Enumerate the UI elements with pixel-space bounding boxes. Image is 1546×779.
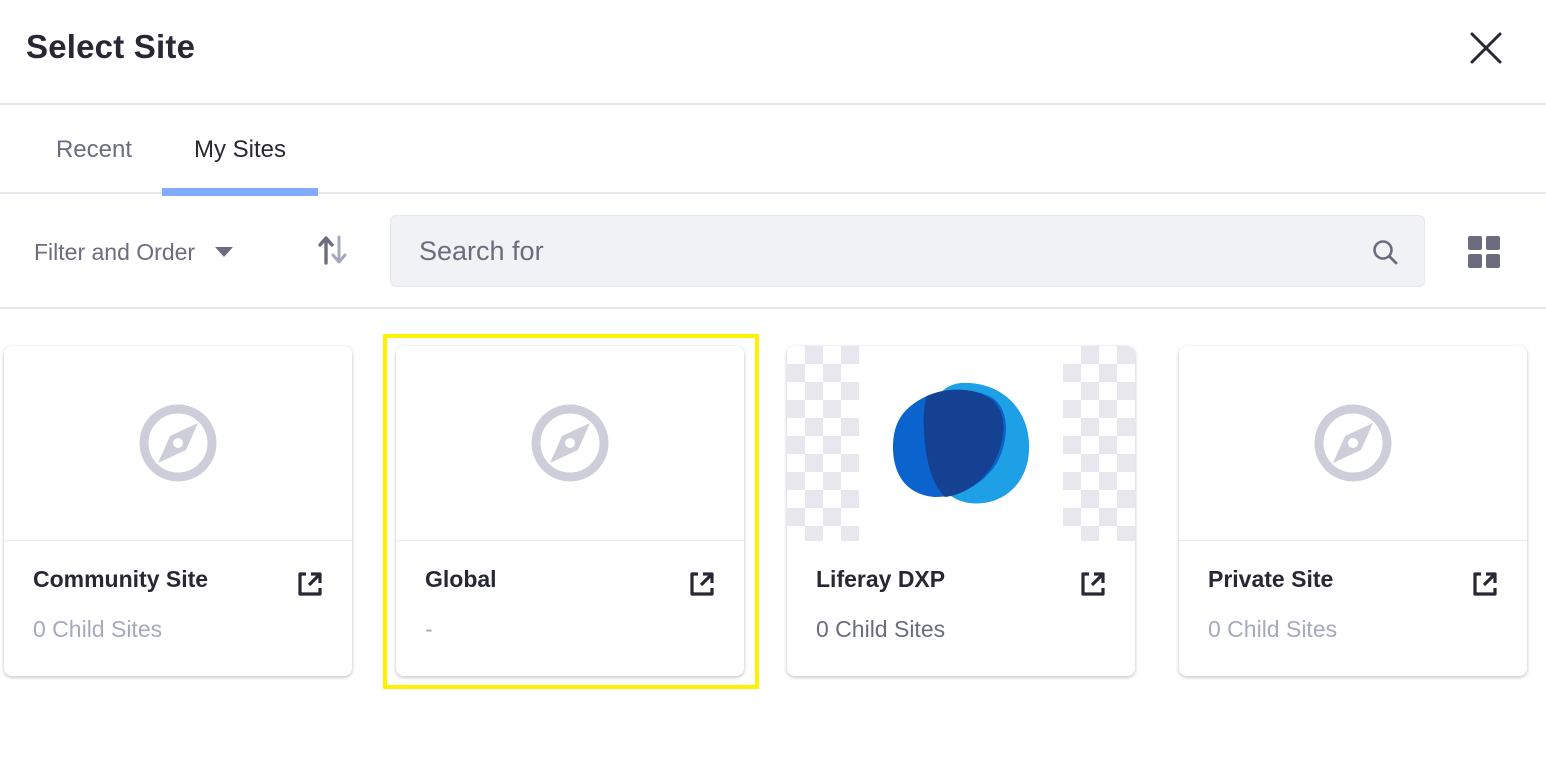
external-link-icon[interactable]	[296, 570, 324, 598]
dialog-title: Select Site	[26, 28, 196, 65]
site-name: Liferay DXP	[816, 566, 946, 592]
transparency-pattern	[787, 346, 859, 541]
liferay-logo	[859, 346, 1063, 541]
dialog-header: Select Site	[0, 0, 1546, 105]
cards-grid-icon[interactable]	[1466, 234, 1502, 270]
site-card-private-site[interactable]: Private Site 0 Child Sites	[1179, 346, 1527, 676]
tab-my-sites[interactable]: My Sites	[162, 105, 318, 196]
child-sites-count: 0 Child Sites	[816, 616, 946, 642]
search-box	[390, 215, 1425, 287]
compass-icon	[1314, 404, 1392, 482]
caret-down-icon	[215, 247, 234, 257]
compass-icon	[531, 404, 609, 482]
management-toolbar: Filter and Order	[0, 196, 1546, 309]
close-button[interactable]	[1466, 28, 1506, 68]
site-name: Global	[425, 566, 497, 592]
site-card-community-site[interactable]: Community Site 0 Child Sites	[4, 346, 352, 676]
transparency-pattern	[1063, 346, 1135, 541]
site-name: Private Site	[1208, 566, 1334, 592]
card-image	[1179, 346, 1527, 541]
compass-icon	[139, 404, 217, 482]
external-link-icon[interactable]	[1079, 570, 1107, 598]
tab-bar: Recent My Sites	[0, 105, 1546, 196]
site-card-global[interactable]: Global -	[396, 346, 744, 676]
close-icon	[1470, 32, 1502, 64]
filter-and-order-dropdown[interactable]: Filter and Order	[34, 232, 234, 272]
child-sites-count: -	[425, 616, 433, 642]
site-name: Community Site	[33, 566, 209, 592]
search-icon[interactable]	[1371, 238, 1399, 266]
card-image	[396, 346, 744, 541]
filter-label: Filter and Order	[34, 238, 196, 265]
external-link-icon[interactable]	[688, 570, 716, 598]
site-card-liferay-dxp[interactable]: Liferay DXP 0 Child Sites	[787, 346, 1135, 676]
tab-recent[interactable]: Recent	[26, 105, 162, 194]
child-sites-count: 0 Child Sites	[1208, 616, 1338, 642]
external-link-icon[interactable]	[1471, 570, 1499, 598]
search-input[interactable]	[419, 216, 1359, 286]
card-image	[4, 346, 352, 541]
order-arrows-icon	[318, 235, 347, 265]
sort-order-button[interactable]	[310, 230, 354, 270]
card-image	[787, 346, 1135, 541]
child-sites-count: 0 Child Sites	[33, 616, 163, 642]
